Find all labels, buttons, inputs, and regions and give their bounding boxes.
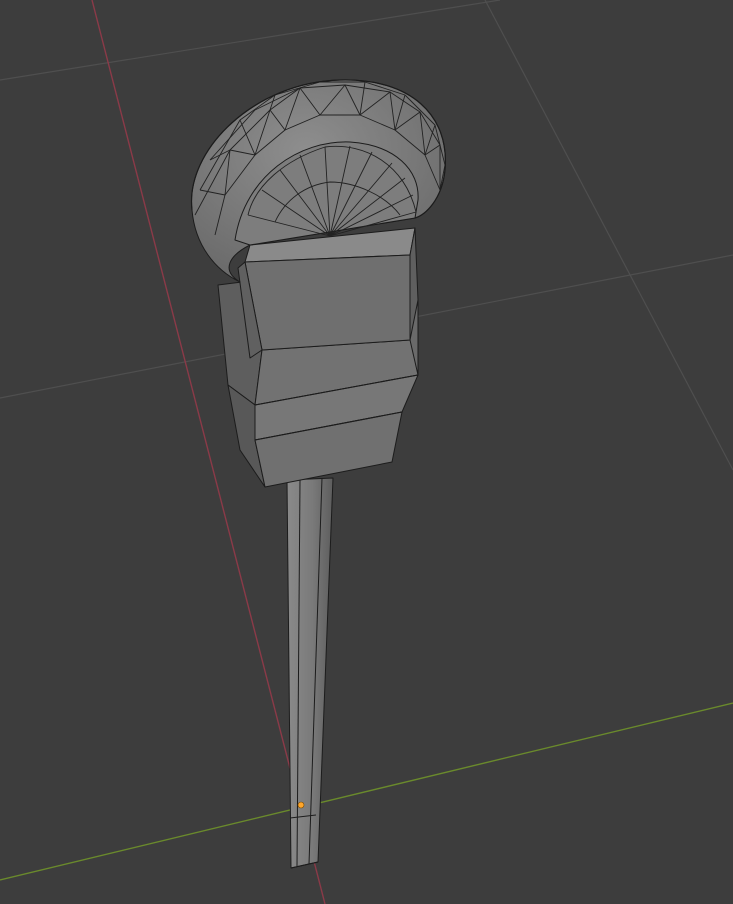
meter-pole: [286, 477, 334, 869]
meter-display: [237, 227, 419, 359]
meter-mesh[interactable]: [190, 79, 446, 869]
y-axis-line: [0, 702, 733, 881]
origin-marker[interactable]: [297, 801, 305, 809]
3d-viewport[interactable]: [0, 0, 733, 904]
